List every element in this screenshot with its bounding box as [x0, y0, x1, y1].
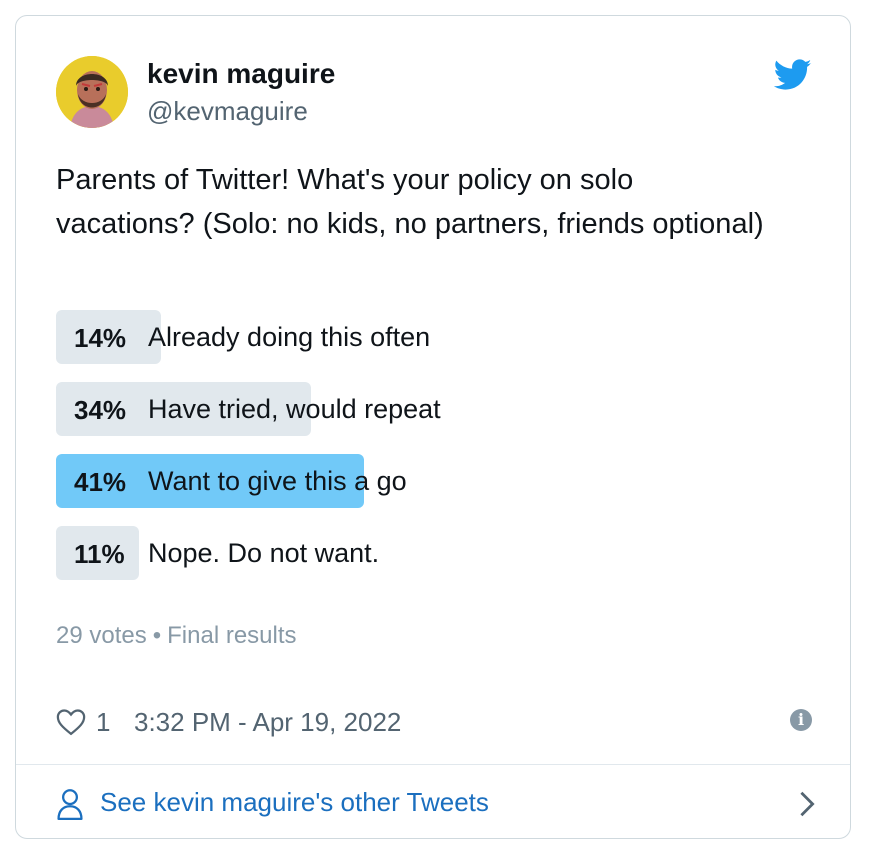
poll-option-percent: 34%: [74, 395, 127, 425]
poll-option-percent: 41%: [74, 467, 127, 497]
poll-option-label: Nope. Do not want.: [148, 538, 380, 568]
poll-option[interactable]: 11% Nope. Do not want.: [56, 526, 816, 582]
chevron-right-icon: [798, 790, 816, 823]
person-icon: [56, 788, 84, 825]
avatar-image: [56, 56, 128, 128]
author-handle[interactable]: @kevmaguire: [147, 96, 308, 127]
poll-option[interactable]: 34% Have tried, would repeat: [56, 382, 816, 438]
info-icon[interactable]: i: [790, 709, 812, 731]
meta-separator: •: [152, 622, 162, 649]
tweet-timestamp[interactable]: 3:32 PM - Apr 19, 2022: [134, 707, 401, 738]
like-count: 1: [96, 707, 111, 737]
poll-option-label: Have tried, would repeat: [148, 394, 441, 424]
see-other-tweets-link[interactable]: See kevin maguire's other Tweets: [56, 784, 816, 824]
poll-option-percent: 11%: [74, 539, 125, 569]
twitter-bird-icon[interactable]: [773, 58, 812, 92]
poll-status: Final results: [167, 622, 297, 649]
tweet-card: kevin maguire @kevmaguire Parents of Twi…: [15, 15, 851, 839]
poll-option[interactable]: 14% Already doing this often: [56, 310, 816, 366]
poll-option-label: Already doing this often: [148, 322, 431, 352]
tweet-footer: 1 3:32 PM - Apr 19, 2022 i: [56, 706, 816, 742]
vote-count: 29 votes: [56, 622, 147, 649]
poll-option[interactable]: 41% Want to give this a go: [56, 454, 816, 510]
heart-icon[interactable]: [56, 708, 86, 741]
poll: 14% Already doing this often 34% Have tr…: [56, 310, 816, 598]
avatar[interactable]: [56, 56, 128, 128]
see-other-tweets-label: See kevin maguire's other Tweets: [100, 787, 489, 817]
divider: [16, 764, 850, 765]
poll-option-percent: 14%: [74, 323, 127, 353]
poll-option-label: Want to give this a go: [148, 466, 407, 496]
poll-meta: 29 votes • Final results: [56, 622, 297, 650]
author-name[interactable]: kevin maguire: [147, 58, 335, 90]
tweet-text: Parents of Twitter! What's your policy o…: [56, 164, 764, 240]
